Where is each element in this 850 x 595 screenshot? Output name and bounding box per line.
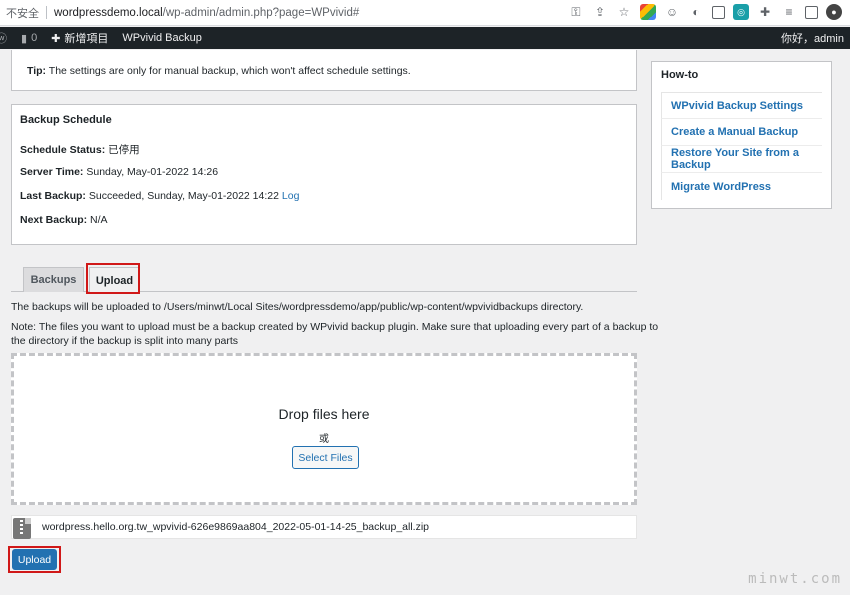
tip-text: Tip: The settings are only for manual ba… xyxy=(27,65,411,77)
address-bar[interactable]: wordpressdemo.local/wp-admin/admin.php?p… xyxy=(54,7,359,19)
greeting-text: 你好，admin xyxy=(781,33,844,45)
url-path: /wp-admin/admin.php?page=WPvivid# xyxy=(162,6,360,19)
schedule-status-row: Schedule Status: 已停用 xyxy=(20,142,140,157)
howto-link-restore[interactable]: Restore Your Site from a Backup xyxy=(661,146,822,173)
howto-title: How-to xyxy=(661,69,699,81)
next-backup-label: Next Backup: xyxy=(20,214,88,226)
last-backup-row: Last Backup: Succeeded, Sunday, May-01-2… xyxy=(20,190,299,202)
url-domain: wordpressdemo.local xyxy=(54,6,163,19)
server-time-value: Sunday, May-01-2022 14:26 xyxy=(86,166,219,178)
or-text: 或 xyxy=(319,434,329,445)
uploaded-file-name: wordpress.hello.org.tw_wpvivid-626e9869a… xyxy=(42,521,430,533)
comment-icon: ▮ xyxy=(21,32,28,45)
next-backup-value: N/A xyxy=(90,214,108,226)
star-icon[interactable]: ☆ xyxy=(616,4,632,20)
avatar-icon[interactable]: ● xyxy=(826,4,842,20)
upload-directory-note: The backups will be uploaded to /Users/m… xyxy=(11,301,584,313)
drop-files-title: Drop files here xyxy=(278,406,370,422)
new-content-label: 新增項目 xyxy=(64,33,109,45)
tab-upload[interactable]: Upload xyxy=(89,267,140,293)
code-icon[interactable] xyxy=(712,5,725,19)
schedule-title: Backup Schedule xyxy=(20,114,112,126)
comments-count: 0 xyxy=(31,32,38,44)
reading-list-icon[interactable]: ≡ xyxy=(781,4,797,20)
tip-label: Tip: xyxy=(27,65,47,77)
zip-file-icon xyxy=(13,518,31,539)
tip-message: The settings are only for manual backup,… xyxy=(48,65,411,77)
sidebar-icon[interactable] xyxy=(805,5,818,19)
watermark: minwt.com xyxy=(748,571,842,587)
howto-link-migrate[interactable]: Migrate WordPress xyxy=(661,173,822,200)
share-icon[interactable]: ⇪ xyxy=(592,4,608,20)
server-time-label: Server Time: xyxy=(20,166,84,178)
comments-item[interactable]: ▮ 0 xyxy=(21,32,37,45)
wp-logo-icon[interactable]: ⓦ xyxy=(0,30,7,46)
schedule-status-label: Schedule Status: xyxy=(20,144,106,156)
howto-link-settings[interactable]: WPvivid Backup Settings xyxy=(661,92,822,119)
security-indicator[interactable]: 不安全 xyxy=(6,5,39,21)
next-backup-row: Next Backup: N/A xyxy=(20,214,108,226)
tool-icon[interactable]: ◎ xyxy=(733,4,749,20)
upload-button[interactable]: Upload xyxy=(12,549,57,570)
browser-toolbar: 不安全 wordpressdemo.local/wp-admin/admin.p… xyxy=(0,0,850,26)
puzzle-icon[interactable]: ✚ xyxy=(757,4,773,20)
wp-admin-bar: ⓦ ▮ 0 ✚ 新增項目 WPvivid Backup 你好，admin xyxy=(0,27,850,49)
select-files-button[interactable]: Select Files xyxy=(292,446,359,469)
tab-backups[interactable]: Backups xyxy=(23,267,84,292)
profile-icon[interactable]: ☺ xyxy=(664,4,680,20)
browser-icons: ⚿ ⇪ ☆ ☺ ◐ ◎ ✚ ≡ ● xyxy=(568,4,842,20)
last-backup-label: Last Backup: xyxy=(20,190,86,202)
server-time-row: Server Time: Sunday, May-01-2022 14:26 xyxy=(20,166,218,178)
upload-note-line1: Note: The files you want to upload must … xyxy=(11,321,659,333)
file-drop-zone[interactable]: Drop files here 或 Select Files xyxy=(11,353,637,505)
schedule-status-value: 已停用 xyxy=(108,144,140,156)
circle-icon[interactable]: ◐ xyxy=(688,4,704,20)
user-greeting[interactable]: 你好，admin xyxy=(781,27,844,49)
extension-icon[interactable] xyxy=(640,4,656,20)
howto-link-manual-backup[interactable]: Create a Manual Backup xyxy=(661,119,822,146)
key-icon[interactable]: ⚿ xyxy=(568,4,584,20)
tip-box: Tip: The settings are only for manual ba… xyxy=(11,50,637,91)
wpvivid-menu-item[interactable]: WPvivid Backup xyxy=(122,32,201,44)
backup-tabs: Backups Upload xyxy=(11,262,637,293)
howto-box: How-to WPvivid Backup Settings Create a … xyxy=(651,61,832,209)
log-link[interactable]: Log xyxy=(282,190,300,202)
last-backup-value: Succeeded, Sunday, May-01-2022 14:22 xyxy=(88,190,279,202)
uploaded-file-row: wordpress.hello.org.tw_wpvivid-626e9869a… xyxy=(11,515,637,539)
upload-note-line2: the directory if the backup is split int… xyxy=(11,335,239,347)
howto-list: WPvivid Backup Settings Create a Manual … xyxy=(661,92,822,200)
plus-icon: ✚ xyxy=(51,32,61,45)
divider xyxy=(46,6,47,19)
new-content-item[interactable]: ✚ 新增項目 xyxy=(51,30,108,46)
backup-schedule-box: Backup Schedule Schedule Status: 已停用 Ser… xyxy=(11,104,637,245)
